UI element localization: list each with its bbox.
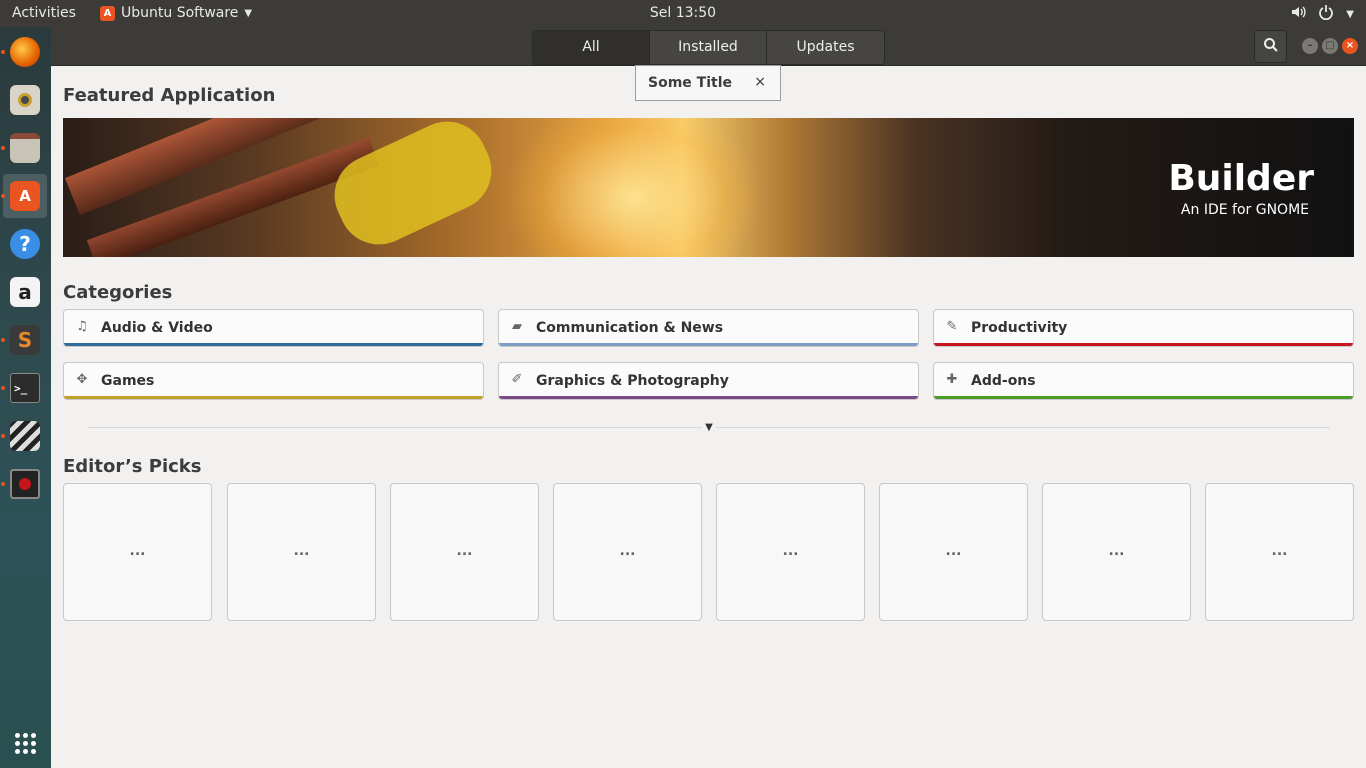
category-stripe	[934, 396, 1353, 399]
chevron-down-icon: ▼	[1346, 8, 1354, 20]
dock-item-screen-recorder[interactable]	[1, 462, 47, 506]
editors-pick-tile[interactable]: ...	[1042, 483, 1191, 621]
expand-categories-icon[interactable]: ▼	[702, 423, 716, 433]
music-note-icon: ♫	[76, 319, 88, 334]
banner-art-clamp	[321, 118, 505, 257]
dock-item-ubuntu-software[interactable]: A	[1, 174, 47, 218]
amazon-icon: a	[10, 277, 40, 307]
tab-installed[interactable]: Installed	[650, 31, 767, 64]
volume-icon	[1290, 4, 1306, 24]
category-label: Communication & News	[536, 320, 724, 336]
editors-picks-heading: Editor’s Picks	[63, 456, 202, 477]
editors-pick-tile[interactable]: ...	[879, 483, 1028, 621]
puzzle-icon: ✚	[946, 372, 958, 387]
recorder-icon	[10, 469, 40, 499]
dock-item-video-editor[interactable]	[1, 414, 47, 458]
close-icon[interactable]: ×	[1342, 38, 1358, 54]
minimize-icon[interactable]: –	[1302, 38, 1318, 54]
system-menu[interactable]: ▼	[1290, 4, 1354, 24]
speaker-icon	[10, 85, 40, 115]
top-bar: Activities A Ubuntu Software ▼ Sel 13:50…	[0, 0, 1366, 27]
categories-heading: Categories	[63, 282, 173, 303]
clapperboard-icon	[10, 421, 40, 451]
featured-app-subtitle: An IDE for GNOME	[1180, 202, 1309, 218]
category-label: Games	[101, 373, 155, 389]
brush-icon: ✐	[511, 372, 523, 387]
category-communication-news[interactable]: ▰ Communication & News	[498, 309, 919, 347]
category-label: Audio & Video	[101, 320, 213, 336]
category-graphics-photography[interactable]: ✐ Graphics & Photography	[498, 362, 919, 400]
dock-item-terminal[interactable]: >_	[1, 366, 47, 410]
featured-app-title: Builder	[1168, 158, 1314, 199]
dock-item-files[interactable]	[1, 126, 47, 170]
category-label: Add-ons	[971, 373, 1036, 389]
editors-pick-tile[interactable]: ...	[1205, 483, 1354, 621]
header-bar: All Installed Updates – □ ×	[51, 27, 1366, 66]
banner-art-glow	[503, 118, 763, 257]
power-icon	[1318, 4, 1334, 24]
maximize-icon[interactable]: □	[1322, 38, 1338, 54]
editors-pick-tile[interactable]: ...	[390, 483, 539, 621]
search-icon	[1263, 37, 1279, 57]
search-button[interactable]	[1254, 30, 1287, 63]
category-label: Graphics & Photography	[536, 373, 729, 389]
show-applications-grid-icon[interactable]	[15, 733, 36, 754]
dock-item-amazon[interactable]: a	[3, 270, 47, 314]
terminal-icon: >_	[10, 373, 40, 403]
category-add-ons[interactable]: ✚ Add-ons	[933, 362, 1354, 400]
gamepad-icon: ✥	[76, 372, 88, 387]
category-games[interactable]: ✥ Games	[63, 362, 484, 400]
view-switcher: All Installed Updates	[532, 30, 885, 65]
category-stripe	[499, 396, 918, 399]
featured-heading: Featured Application	[63, 85, 276, 106]
editors-pick-tile[interactable]: ...	[716, 483, 865, 621]
category-stripe	[499, 343, 918, 346]
category-stripe	[64, 396, 483, 399]
category-label: Productivity	[971, 320, 1068, 336]
tab-updates[interactable]: Updates	[767, 31, 884, 64]
firefox-icon	[10, 37, 40, 67]
editors-pick-tile[interactable]: ...	[63, 483, 212, 621]
dock-item-help[interactable]: ?	[3, 222, 47, 266]
featured-banner[interactable]: Builder An IDE for GNOME	[63, 118, 1354, 257]
dock-item-firefox[interactable]	[1, 30, 47, 74]
file-cabinet-icon	[10, 133, 40, 163]
category-audio-video[interactable]: ♫ Audio & Video	[63, 309, 484, 347]
category-stripe	[64, 343, 483, 346]
dock: A ? a S >_	[0, 27, 51, 768]
clock[interactable]: Sel 13:50	[0, 5, 1366, 21]
edit-icon: ✎	[946, 319, 958, 334]
dock-item-rhythmbox[interactable]	[3, 78, 47, 122]
dock-item-sublime-text[interactable]: S	[1, 318, 47, 362]
category-productivity[interactable]: ✎ Productivity	[933, 309, 1354, 347]
category-stripe	[934, 343, 1353, 346]
editors-pick-tile[interactable]: ...	[553, 483, 702, 621]
tab-all[interactable]: All	[533, 31, 650, 64]
window-controls: – □ ×	[1302, 38, 1358, 54]
software-bag-icon: A	[10, 181, 40, 211]
editors-pick-tile[interactable]: ...	[227, 483, 376, 621]
sublime-icon: S	[10, 325, 40, 355]
main-content: Featured Application Builder An IDE for …	[51, 66, 1366, 768]
help-icon: ?	[10, 229, 40, 259]
chat-bubble-icon: ▰	[512, 319, 522, 334]
